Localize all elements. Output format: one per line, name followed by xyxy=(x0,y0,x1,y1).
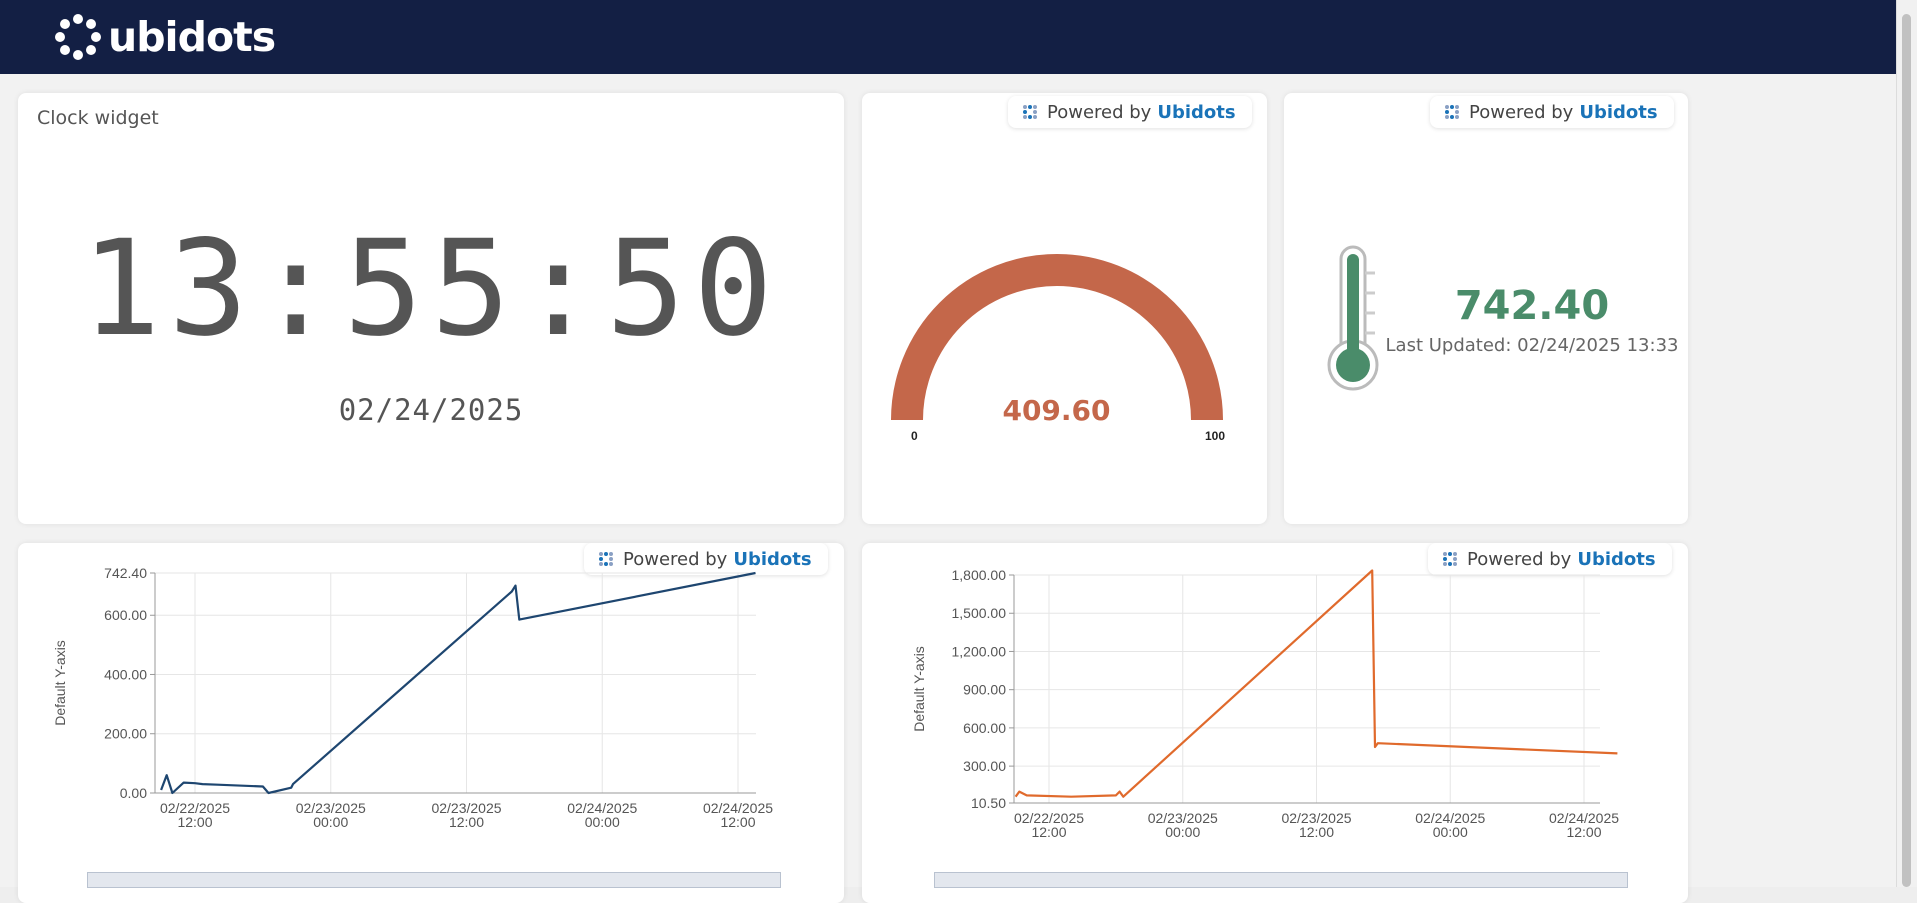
ubidots-logo[interactable]: ubidots xyxy=(54,12,276,61)
y-tick-label: 0.00 xyxy=(120,785,147,801)
y-tick-label: 300.00 xyxy=(963,758,1006,774)
gauge-min-label: 0 xyxy=(911,429,918,443)
series-line xyxy=(160,571,756,795)
line-chart-1[interactable]: 02/22/202512:0002/23/202500:0002/23/2025… xyxy=(18,543,844,903)
gauge-widget-card: Powered by Ubidots 409.60 0 100 xyxy=(862,93,1267,524)
y-tick-label: 400.00 xyxy=(104,666,147,682)
y-tick-label: 1,200.00 xyxy=(952,643,1007,659)
gauge-value: 409.60 xyxy=(1002,394,1111,427)
x-tick-label: 12:00 xyxy=(1566,824,1601,840)
chart-navigator[interactable] xyxy=(934,872,1628,888)
gauge-max-label: 100 xyxy=(1205,429,1226,443)
line-chart-card-2: Powered by Ubidots 02/22/2025 12:00 02/23/… xyxy=(862,543,1688,903)
y-tick-label: 200.00 xyxy=(104,726,147,742)
x-tick-label: 12:00 xyxy=(449,814,484,830)
clock-time: 13:55:50 xyxy=(81,212,781,366)
powered-by-label: Powered by xyxy=(1469,101,1574,123)
chart-navigator[interactable] xyxy=(87,872,781,888)
top-navigation-bar: ubidots xyxy=(0,0,1897,74)
clock-widget-title: Clock widget xyxy=(37,107,159,129)
x-tick-label: 00:00 xyxy=(1165,824,1200,840)
x-tick-label: 12:00 xyxy=(1031,824,1066,840)
x-tick-label: 12:00 xyxy=(177,814,212,830)
brand-name: ubidots xyxy=(108,12,276,61)
ubidots-dots-icon xyxy=(1444,104,1460,120)
line-chart-2[interactable]: 02/22/202512:0002/23/202500:0002/23/2025… xyxy=(862,543,1688,903)
clock-date: 02/24/2025 xyxy=(338,393,524,427)
y-axis-label: Default Y-axis xyxy=(911,646,927,732)
y-tick-label: 600.00 xyxy=(963,720,1006,736)
thermometer-widget-card: Powered by Ubidots 742.40 Last Updated: … xyxy=(1284,93,1688,524)
y-tick-label: 1,500.00 xyxy=(952,605,1007,621)
line-chart-card-1: Powered by Ubidots 02/22/2025 12:00 02/23/… xyxy=(18,543,844,903)
powered-by-badge[interactable]: Powered by Ubidots xyxy=(1430,96,1674,128)
x-tick-label: 12:00 xyxy=(720,814,755,830)
x-tick-label: 12:00 xyxy=(1299,824,1334,840)
vertical-scrollbar[interactable] xyxy=(1896,0,1917,887)
last-updated-text: Last Updated: 02/24/2025 13:33 xyxy=(1385,335,1679,356)
x-tick-label: 00:00 xyxy=(313,814,348,830)
y-tick-label: 900.00 xyxy=(963,682,1006,698)
x-tick-label: 00:00 xyxy=(585,814,620,830)
powered-by-brand: Ubidots xyxy=(1579,101,1658,123)
scrollbar-thumb[interactable] xyxy=(1902,14,1911,887)
ubidots-logo-icon xyxy=(55,14,101,60)
y-tick-label: 742.40 xyxy=(104,565,147,581)
y-tick-label: 1,800.00 xyxy=(952,567,1007,583)
y-tick-label: 600.00 xyxy=(104,607,147,623)
y-axis-label: Default Y-axis xyxy=(52,640,68,726)
clock-widget-card: Clock widget 13:55:50 02/24/2025 xyxy=(18,93,844,524)
y-tick-label: 10.50 xyxy=(971,795,1006,811)
x-tick-label: 00:00 xyxy=(1433,824,1468,840)
thermometer-value: 742.40 xyxy=(1454,283,1610,329)
gauge-arc xyxy=(891,254,1223,421)
